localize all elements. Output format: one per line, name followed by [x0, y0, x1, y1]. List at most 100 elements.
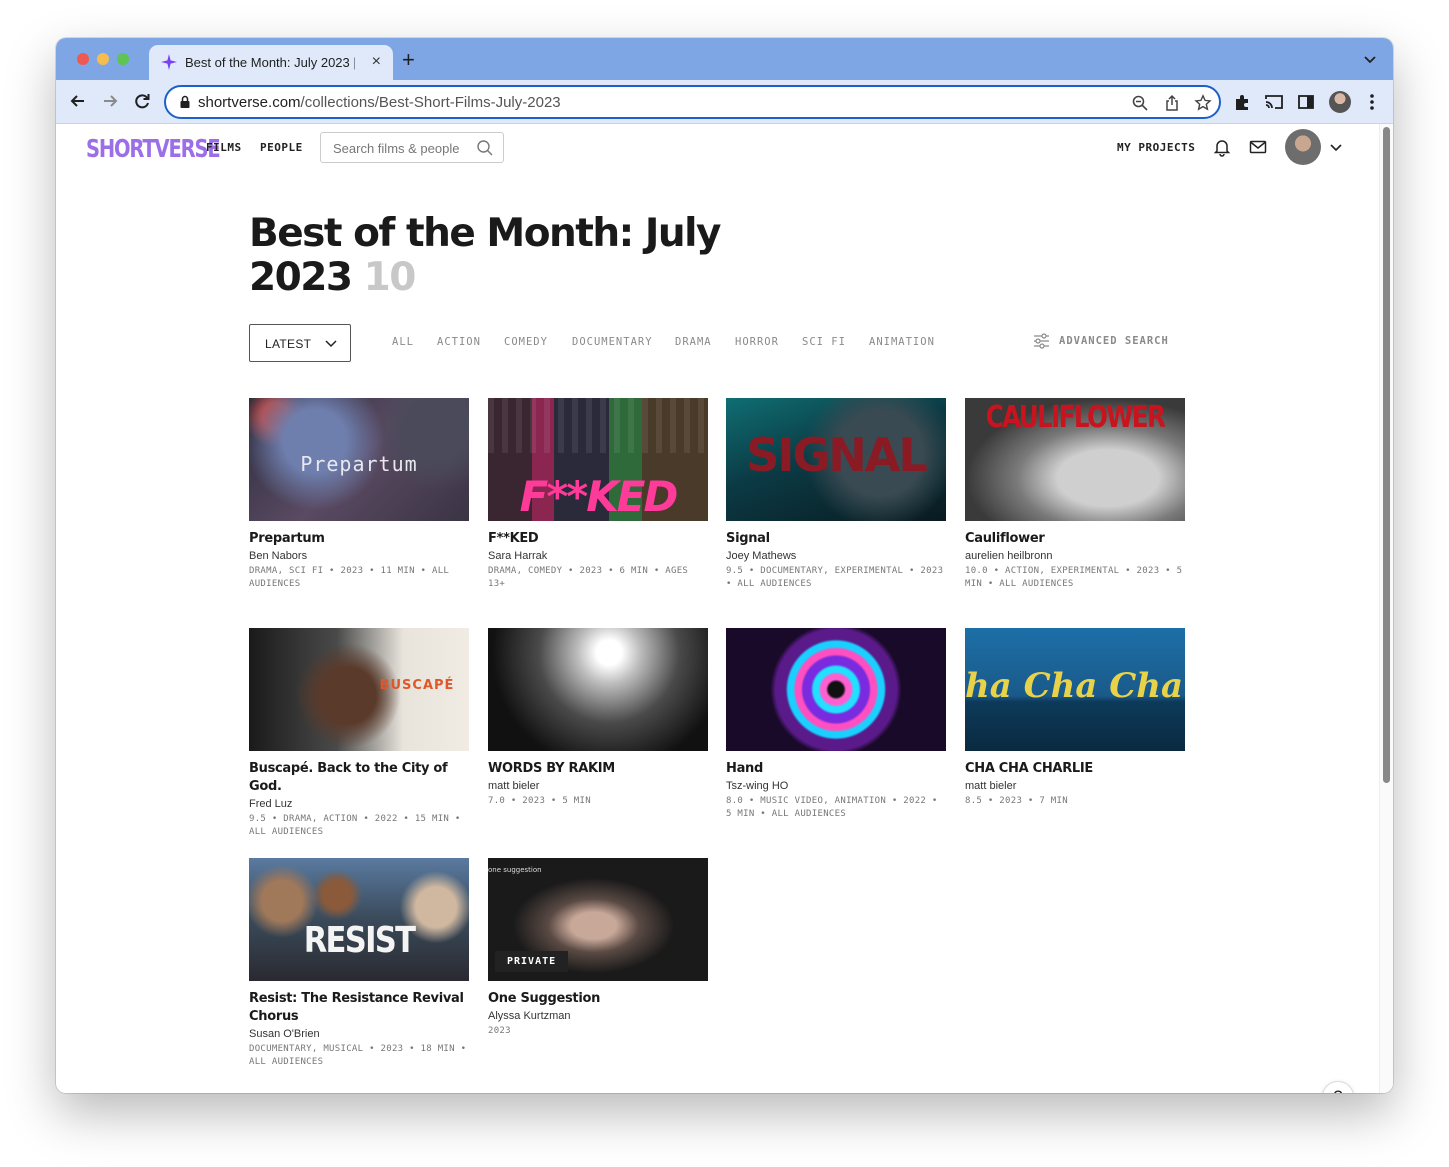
sort-dropdown[interactable]: LATEST: [249, 324, 351, 362]
reload-icon[interactable]: [132, 91, 152, 111]
film-card[interactable]: Prepartum Prepartum Ben Nabors DRAMA, SC…: [249, 398, 469, 591]
genre-filter-comedy[interactable]: COMEDY: [504, 336, 548, 348]
sort-value: LATEST: [265, 337, 312, 351]
nav-people[interactable]: PEOPLE: [260, 141, 303, 154]
search-icon[interactable]: [476, 139, 494, 157]
film-title[interactable]: WORDS BY RAKIM: [488, 760, 708, 778]
film-title[interactable]: CHA CHA CHARLIE: [965, 760, 1185, 778]
collection-title: Best of the Month: July 2023: [249, 211, 721, 300]
film-author[interactable]: Joey Mathews: [726, 550, 946, 562]
film-card[interactable]: ha Cha Char CHA CHA CHARLIE matt bieler …: [965, 628, 1185, 808]
close-window-button[interactable]: [77, 53, 89, 65]
thumbnail-text: CAULIFLOWER: [985, 400, 1166, 435]
back-arrow-icon[interactable]: [68, 91, 88, 111]
film-title[interactable]: Buscapé. Back to the City of God.: [249, 760, 469, 796]
film-card[interactable]: Hand Tsz-wing HO 8.0 • MUSIC VIDEO, ANIM…: [726, 628, 946, 821]
genre-filter-horror[interactable]: HORROR: [735, 336, 779, 348]
film-meta: 8.5 • 2023 • 7 MIN: [965, 796, 1068, 806]
film-author[interactable]: matt bieler: [488, 780, 708, 792]
genre-filter-sci-fi[interactable]: SCI FI: [802, 336, 846, 348]
forward-arrow-icon[interactable]: [100, 91, 120, 111]
film-thumbnail[interactable]: [488, 628, 708, 751]
film-title[interactable]: One Suggestion: [488, 990, 708, 1008]
film-card[interactable]: SIGNAL Signal Joey Mathews 9.5 • DOCUMEN…: [726, 398, 946, 591]
cast-icon[interactable]: [1264, 92, 1284, 112]
film-author[interactable]: aurelien heilbronn: [965, 550, 1185, 562]
kebab-icon[interactable]: [1362, 92, 1382, 112]
mail-icon[interactable]: [1248, 137, 1268, 157]
bell-icon[interactable]: [1212, 137, 1232, 157]
profile-avatar[interactable]: [1329, 91, 1351, 113]
film-card[interactable]: RESIST Resist: The Resistance Revival Ch…: [249, 858, 469, 1069]
genre-filter-animation[interactable]: ANIMATION: [869, 336, 935, 348]
film-author[interactable]: Fred Luz: [249, 798, 469, 810]
sliders-icon: [1034, 333, 1049, 349]
search-input[interactable]: Search films & people: [320, 132, 504, 163]
genre-filter-all[interactable]: ALL: [392, 336, 414, 348]
film-card[interactable]: CAULIFLOWER Cauliflower aurelien heilbro…: [965, 398, 1185, 591]
extensions-icon[interactable]: [1232, 92, 1252, 112]
lock-icon[interactable]: [178, 95, 192, 109]
site-logo[interactable]: SHORTVERSE: [86, 134, 221, 163]
close-icon[interactable]: ×: [372, 53, 381, 71]
film-meta: DOCUMENTARY, MUSICAL • 2023 • 18 MIN • A…: [249, 1044, 467, 1067]
browser-window: Best of the Month: July 2023 | × + short…: [56, 38, 1393, 1093]
film-thumbnail[interactable]: CAULIFLOWER: [965, 398, 1185, 521]
scrollbar-thumb[interactable]: [1383, 127, 1390, 783]
star-icon[interactable]: [1194, 94, 1212, 112]
film-title[interactable]: Prepartum: [249, 530, 469, 548]
film-author[interactable]: Susan O'Brien: [249, 1028, 469, 1040]
film-author[interactable]: Sara Harrak: [488, 550, 708, 562]
film-meta: 9.5 • DOCUMENTARY, EXPERIMENTAL • 2023 •…: [726, 566, 944, 589]
film-meta: 7.0 • 2023 • 5 MIN: [488, 796, 591, 806]
film-thumbnail[interactable]: Prepartum: [249, 398, 469, 521]
film-title[interactable]: Signal: [726, 530, 946, 548]
genre-filter-action[interactable]: ACTION: [437, 336, 481, 348]
film-card[interactable]: WORDS BY RAKIM matt bieler 7.0 • 2023 • …: [488, 628, 708, 808]
advanced-search-label: ADVANCED SEARCH: [1059, 335, 1169, 347]
film-thumbnail[interactable]: BUSCAPÉ: [249, 628, 469, 751]
minimize-window-button[interactable]: [97, 53, 109, 65]
film-title[interactable]: F**KED: [488, 530, 708, 548]
my-projects-link[interactable]: MY PROJECTS: [1117, 141, 1195, 154]
film-title[interactable]: Hand: [726, 760, 946, 778]
thumbnail-text: BUSCAPÉ: [379, 678, 455, 693]
genre-filter-drama[interactable]: DRAMA: [675, 336, 712, 348]
search-placeholder: Search films & people: [333, 141, 460, 156]
zoom-window-button[interactable]: [117, 53, 129, 65]
thumbnail-text: SIGNAL: [746, 428, 927, 482]
film-meta: 9.5 • DRAMA, ACTION • 2022 • 15 MIN • AL…: [249, 814, 461, 837]
film-card[interactable]: BUSCAPÉ Buscapé. Back to the City of God…: [249, 628, 469, 839]
plus-icon[interactable]: +: [402, 49, 415, 71]
nav-films[interactable]: FILMS: [206, 141, 242, 154]
help-button[interactable]: ?: [1322, 1081, 1354, 1093]
user-avatar[interactable]: [1285, 129, 1321, 165]
film-author[interactable]: Ben Nabors: [249, 550, 469, 562]
share-icon[interactable]: [1163, 94, 1181, 112]
film-title[interactable]: Cauliflower: [965, 530, 1185, 548]
film-author[interactable]: Alyssa Kurtzman: [488, 1010, 708, 1022]
film-thumbnail[interactable]: ha Cha Char: [965, 628, 1185, 751]
chevron-down-icon[interactable]: [1363, 52, 1377, 66]
film-author[interactable]: Tsz-wing HO: [726, 780, 946, 792]
address-bar[interactable]: shortverse.com/collections/Best-Short-Fi…: [164, 85, 1221, 119]
zoom-icon[interactable]: [1131, 94, 1149, 112]
film-thumbnail[interactable]: [726, 628, 946, 751]
sidepanel-icon[interactable]: [1296, 92, 1316, 112]
genre-filter-documentary[interactable]: DOCUMENTARY: [572, 336, 653, 348]
film-meta: 2023: [488, 1026, 511, 1036]
film-card[interactable]: one suggestion PRIVATE One Suggestion Al…: [488, 858, 708, 1038]
url-host: shortverse.com: [198, 94, 301, 111]
film-thumbnail[interactable]: F**KED: [488, 398, 708, 521]
web-page: SHORTVERSE FILMS PEOPLE Search films & p…: [56, 124, 1393, 1093]
browser-tab[interactable]: Best of the Month: July 2023 | ×: [149, 45, 393, 80]
scrollbar[interactable]: [1379, 124, 1393, 1093]
film-card[interactable]: F**KED F**KED Sara Harrak DRAMA, COMEDY …: [488, 398, 708, 591]
film-thumbnail[interactable]: SIGNAL: [726, 398, 946, 521]
film-author[interactable]: matt bieler: [965, 780, 1185, 792]
film-thumbnail[interactable]: RESIST: [249, 858, 469, 981]
film-title[interactable]: Resist: The Resistance Revival Chorus: [249, 990, 469, 1026]
film-thumbnail[interactable]: one suggestion PRIVATE: [488, 858, 708, 981]
film-meta: DRAMA, SCI FI • 2023 • 11 MIN • ALL AUDI…: [249, 566, 450, 589]
chevron-down-icon[interactable]: [1329, 140, 1343, 154]
